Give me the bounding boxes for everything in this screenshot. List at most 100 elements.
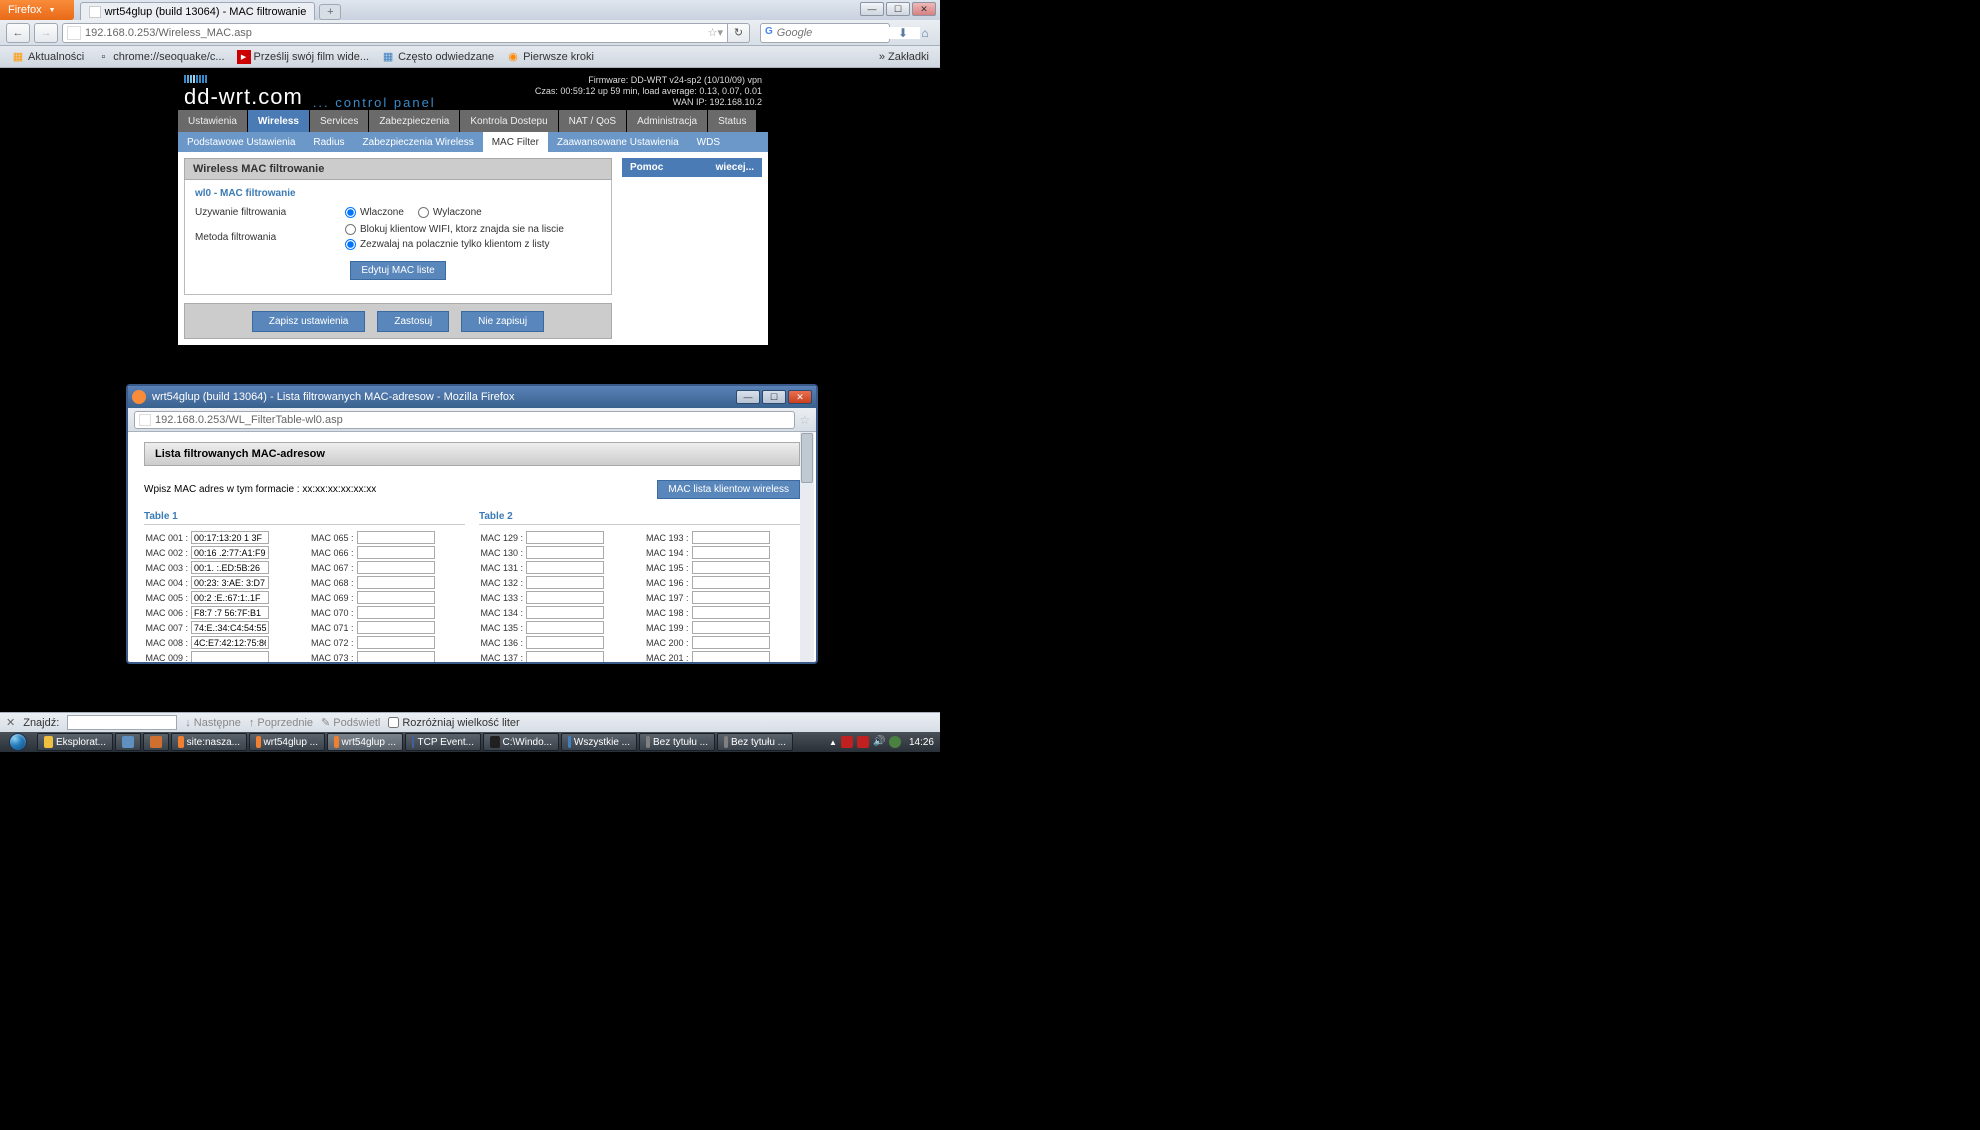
mac-input[interactable] <box>526 561 604 574</box>
clock[interactable]: 14:26 <box>909 737 934 748</box>
subtab-zaawansowaneustawienia[interactable]: Zaawansowane Ustawienia <box>548 132 688 152</box>
popup-close-button[interactable]: ✕ <box>788 390 812 404</box>
rss-icon[interactable]: ☆▾ <box>708 26 723 39</box>
mac-input[interactable] <box>526 606 604 619</box>
bookmark-star-icon[interactable]: ☆ <box>799 413 810 427</box>
bookmark-item[interactable]: ▫chrome://seoquake/c... <box>91 48 229 66</box>
mac-input[interactable] <box>191 651 269 664</box>
more-link[interactable]: wiecej... <box>716 162 754 173</box>
mac-input[interactable] <box>526 576 604 589</box>
mac-input[interactable] <box>692 606 770 619</box>
mac-input[interactable] <box>692 531 770 544</box>
filter-disable-radio[interactable]: Wylaczone <box>418 207 482 218</box>
mac-input[interactable] <box>191 636 269 649</box>
mac-input[interactable] <box>357 576 435 589</box>
filter-block-radio[interactable]: Blokuj klientow WIFI, ktorz znajda sie n… <box>345 224 564 235</box>
taskbar-button[interactable]: TCP Event... <box>405 733 481 751</box>
bookmark-item[interactable]: ▦Aktualności <box>6 48 89 66</box>
popup-maximize-button[interactable]: ☐ <box>762 390 786 404</box>
taskbar-button[interactable]: Eksplorat... <box>37 733 113 751</box>
url-bar[interactable]: ☆▾ <box>62 23 728 43</box>
find-prev-button[interactable]: ↑ Poprzednie <box>249 717 313 729</box>
mac-input[interactable] <box>692 651 770 664</box>
nav-tab-services[interactable]: Services <box>310 110 369 132</box>
mac-input[interactable] <box>526 651 604 664</box>
taskbar-button[interactable] <box>143 733 169 751</box>
mac-input[interactable] <box>191 591 269 604</box>
taskbar-button[interactable]: wrt54glup ... <box>249 733 325 751</box>
tray-icon[interactable] <box>841 736 853 748</box>
nav-tab-wireless[interactable]: Wireless <box>248 110 310 132</box>
reload-button[interactable]: ↻ <box>728 23 750 43</box>
apply-button[interactable]: Zastosuj <box>377 311 449 332</box>
mac-input[interactable] <box>357 531 435 544</box>
match-case-checkbox[interactable]: Rozróżniaj wielkość liter <box>388 717 519 729</box>
popup-url-bar[interactable]: 192.168.0.253/WL_FilterTable-wl0.asp <box>134 411 795 429</box>
close-button[interactable]: ✕ <box>912 2 936 16</box>
bookmarks-menu[interactable]: »Zakładki <box>874 49 934 65</box>
mac-input[interactable] <box>191 576 269 589</box>
subtab-wds[interactable]: WDS <box>688 132 729 152</box>
forward-button[interactable]: → <box>34 23 58 43</box>
find-input[interactable] <box>67 715 177 730</box>
find-next-button[interactable]: ↓ Następne <box>185 717 241 729</box>
nav-tab-status[interactable]: Status <box>708 110 757 132</box>
filter-allow-radio[interactable]: Zezwalaj na polacznie tylko klientom z l… <box>345 239 564 250</box>
start-button[interactable] <box>0 732 36 752</box>
firefox-menu-button[interactable]: Firefox <box>0 0 74 20</box>
mac-input[interactable] <box>692 621 770 634</box>
url-input[interactable] <box>85 27 704 39</box>
mac-input[interactable] <box>692 591 770 604</box>
mac-input[interactable] <box>357 651 435 664</box>
mac-input[interactable] <box>191 561 269 574</box>
save-button[interactable]: Zapisz ustawienia <box>252 311 365 332</box>
mac-input[interactable] <box>191 531 269 544</box>
taskbar-button[interactable]: C:\Windo... <box>483 733 559 751</box>
mac-input[interactable] <box>191 546 269 559</box>
subtab-podstawoweustawienia[interactable]: Podstawowe Ustawienia <box>178 132 304 152</box>
nav-tab-kontroladostepu[interactable]: Kontrola Dostepu <box>460 110 558 132</box>
taskbar-button[interactable]: wrt54glup ... <box>327 733 403 751</box>
mac-input[interactable] <box>191 621 269 634</box>
mac-input[interactable] <box>692 636 770 649</box>
taskbar-button[interactable]: Bez tytułu ... <box>717 733 793 751</box>
minimize-button[interactable]: — <box>860 2 884 16</box>
mac-input[interactable] <box>357 621 435 634</box>
mac-input[interactable] <box>357 636 435 649</box>
taskbar-button[interactable]: site:nasza... <box>171 733 247 751</box>
mac-input[interactable] <box>526 546 604 559</box>
taskbar-button[interactable]: Bez tytułu ... <box>639 733 715 751</box>
network-icon[interactable] <box>889 736 901 748</box>
findbar-close-icon[interactable]: ✕ <box>6 716 15 729</box>
mac-input[interactable] <box>191 606 269 619</box>
system-tray[interactable]: ▲ 🔊 14:26 <box>823 736 940 748</box>
downloads-icon[interactable]: ⬇ <box>894 24 912 42</box>
mac-input[interactable] <box>357 546 435 559</box>
nav-tab-ustawienia[interactable]: Ustawienia <box>178 110 248 132</box>
nav-tab-zabezpieczenia[interactable]: Zabezpieczenia <box>369 110 460 132</box>
mac-input[interactable] <box>526 636 604 649</box>
mac-input[interactable] <box>526 591 604 604</box>
nav-tab-administracja[interactable]: Administracja <box>627 110 708 132</box>
new-tab-button[interactable]: + <box>319 4 341 20</box>
mac-input[interactable] <box>357 591 435 604</box>
home-icon[interactable]: ⌂ <box>916 24 934 42</box>
bookmark-item[interactable]: ▶Prześlij swój film wide... <box>232 48 375 66</box>
mac-input[interactable] <box>357 561 435 574</box>
popup-minimize-button[interactable]: — <box>736 390 760 404</box>
wireless-clients-button[interactable]: MAC lista klientow wireless <box>657 480 800 499</box>
edit-maclist-button[interactable]: Edytuj MAC liste <box>350 261 445 280</box>
taskbar-button[interactable] <box>115 733 141 751</box>
browser-tab[interactable]: wrt54glup (build 13064) - MAC filtrowani… <box>80 2 316 20</box>
search-bar[interactable]: G <box>760 23 890 43</box>
bookmark-item[interactable]: ◉Pierwsze kroki <box>501 48 599 66</box>
mac-input[interactable] <box>692 546 770 559</box>
maximize-button[interactable]: ☐ <box>886 2 910 16</box>
back-button[interactable]: ← <box>6 23 30 43</box>
nav-tab-natqos[interactable]: NAT / QoS <box>559 110 627 132</box>
subtab-zabezpieczeniawireless[interactable]: Zabezpieczenia Wireless <box>354 132 483 152</box>
mac-input[interactable] <box>526 621 604 634</box>
popup-scrollbar[interactable] <box>800 432 814 662</box>
taskbar-button[interactable]: Wszystkie ... <box>561 733 637 751</box>
cancel-button[interactable]: Nie zapisuj <box>461 311 544 332</box>
